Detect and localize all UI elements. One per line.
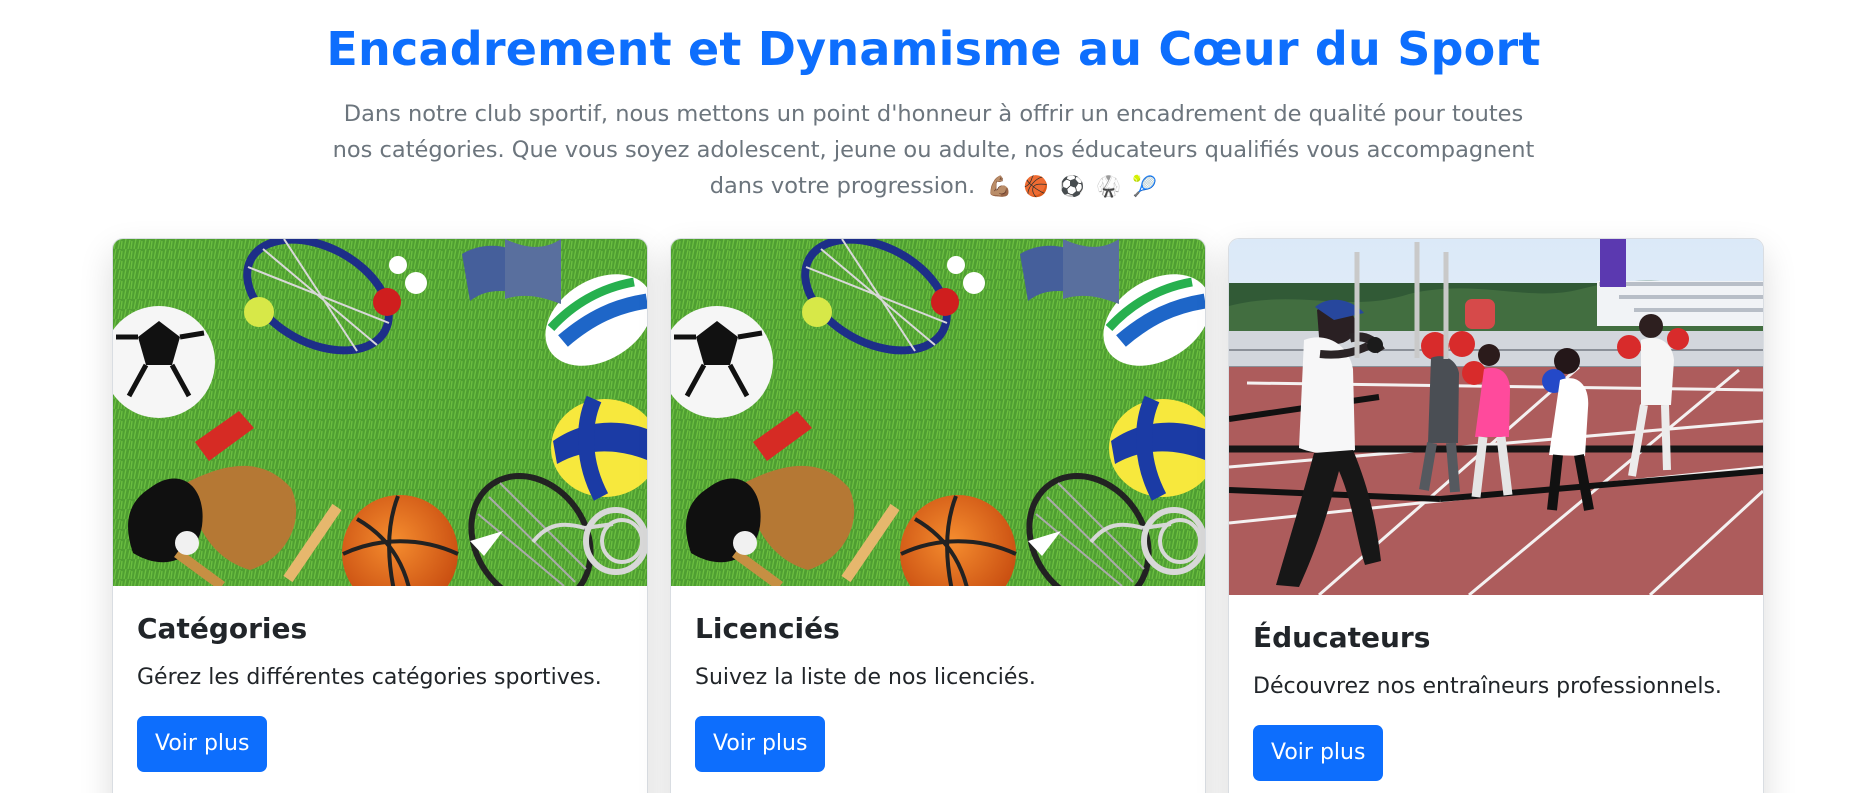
boxing-training-image-icon [1229,239,1763,595]
hero-description-text: Dans notre club sportif, nous mettons un… [332,101,1535,199]
licensed-members-card-body: Licenciés Suivez la liste de nos licenci… [695,611,1181,772]
hero-description: Dans notre club sportif, nous mettons un… [330,96,1537,204]
card-title: Licenciés [695,612,840,645]
page-title: Encadrement et Dynamisme au Cœur du Spor… [326,22,1541,76]
sports-equipment-image-icon [113,239,647,586]
licensed-members-view-more-button[interactable]: Voir plus [695,716,826,772]
sports-equipment-image-icon [671,239,1205,586]
martial-arts-uniform-icon: 🥋 [1096,174,1121,198]
tennis-icon: 🎾 [1132,174,1158,198]
coaches-card-body: Éducateurs Découvrez nos entraîneurs pro… [1253,620,1739,781]
card-description: Découvrez nos entraîneurs professionnels… [1253,674,1722,699]
category-card: Catégories Gérez les différentes catégor… [112,238,648,793]
card-description: Suivez la liste de nos licenciés. [695,665,1036,690]
category-view-more-button[interactable]: Voir plus [137,716,268,772]
sport-page: Encadrement et Dynamisme au Cœur du Spor… [0,0,1867,793]
licensed-members-card: Licenciés Suivez la liste de nos licenci… [670,238,1206,793]
soccer-ball-icon: ⚽ [1059,174,1085,198]
card-title: Catégories [137,612,308,645]
card-title: Éducateurs [1253,621,1431,654]
coaches-card: Éducateurs Découvrez nos entraîneurs pro… [1228,238,1764,793]
basketball-icon: 🏀 [1023,174,1049,198]
category-card-body: Catégories Gérez les différentes catégor… [137,611,623,772]
card-description: Gérez les différentes catégories sportiv… [137,665,602,690]
coaches-view-more-button[interactable]: Voir plus [1253,725,1384,781]
flexed-biceps-icon: 💪🏽 [987,174,1013,198]
sport-emoji-row: 💪🏽 🏀 ⚽ 🥋 🎾 [982,174,1157,198]
